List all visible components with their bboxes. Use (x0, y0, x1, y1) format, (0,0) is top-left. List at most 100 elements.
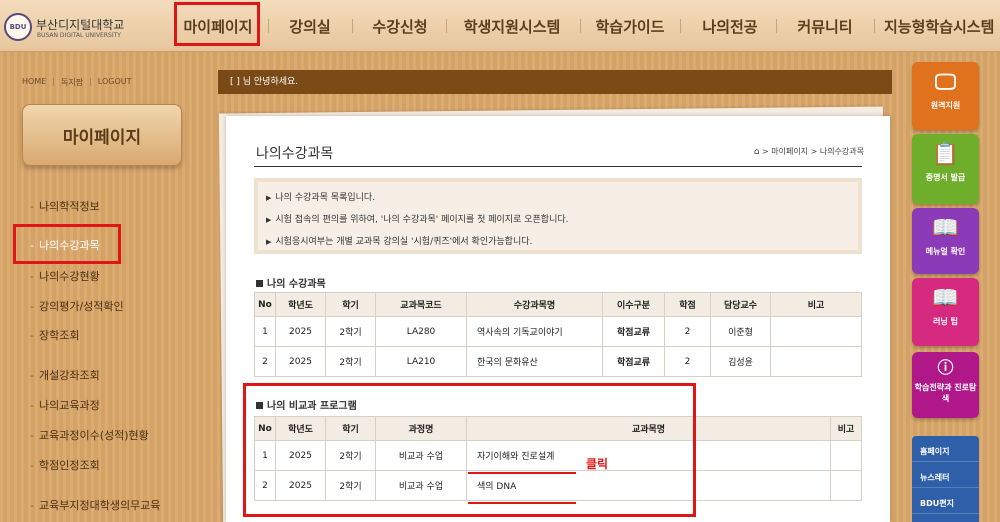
sidebar-item-label: 개설강좌조회 (38, 369, 100, 382)
column-header: 비고 (830, 416, 862, 441)
quick-links-panel: 홈페이지 뉴스레터 BDU편지 (912, 436, 979, 522)
learning-tips-button[interactable]: 📖 러닝 팁 (912, 278, 979, 346)
sidebar-item-academic-info[interactable]: - 나의학적정보 (30, 198, 100, 214)
column-header: 이수구분 (602, 292, 665, 317)
cell-category: 학점교류 (602, 346, 665, 377)
cell-credits: 2 (664, 346, 711, 377)
cell-course-code: LA280 (375, 316, 467, 347)
nav-divider (580, 19, 581, 33)
homepage-link[interactable]: 홈페이지 (912, 436, 979, 462)
remote-support-button[interactable]: 🖵 원격지원 (912, 62, 979, 130)
bullet-dash: - (30, 429, 34, 442)
nav-learning-guide[interactable]: 학습가이드 (590, 14, 670, 38)
cell-course-name[interactable]: 역사속의 기독교이야기 (466, 316, 603, 347)
courses-section-title: 나의 수강과목 (256, 275, 326, 290)
triangle-bullet-icon: ▶ (266, 238, 272, 246)
nav-my-major[interactable]: 나의전공 (694, 14, 766, 38)
quick-label: 러닝 팁 (933, 317, 958, 326)
sidebar-item-course-status[interactable]: - 나의수강현황 (30, 268, 100, 284)
newsletter-link[interactable]: 뉴스레터 (912, 462, 979, 488)
sidebar-item-mandatory-education[interactable]: - 교육부지정대학생의무교육 (30, 497, 160, 513)
page-title: 나의수강과목 (256, 146, 334, 162)
program-2-underline (468, 502, 576, 504)
home-link[interactable]: HOME (22, 77, 46, 88)
sidebar-item-label: 학점인정조회 (38, 459, 100, 472)
logout-link[interactable]: LOGOUT (98, 77, 132, 88)
sidebar-item-highlight (13, 224, 121, 264)
util-divider: | (89, 77, 92, 86)
triangle-bullet-icon: ▶ (266, 194, 272, 202)
sidebar-item-scholarship[interactable]: - 장학조회 (30, 327, 79, 343)
quick-label: 원격지원 (930, 101, 961, 110)
logo-seal-icon: BDU (4, 13, 32, 41)
bullet-dash: - (30, 399, 34, 412)
sidebar-item-label: 나의수강현황 (38, 270, 100, 283)
cell-semester: 2학기 (325, 346, 376, 377)
breadcrumb: ⌂ > 마이페이지 > 나의수강과목 (754, 146, 864, 157)
bullet-dash: - (30, 499, 34, 512)
utility-links: HOME | 독지팜 | LOGOUT (22, 77, 182, 88)
breadcrumb-path: > 마이페이지 > 나의수강과목 (762, 147, 864, 156)
certificate-icon: 📋 (931, 142, 960, 167)
sidebar-item-credit-recognition[interactable]: - 학점인정조회 (30, 457, 100, 473)
university-logo[interactable]: BDU 부산디지털대학교 BUSAN DIGITAL UNIVERSITY (4, 9, 164, 45)
bdu-letter-link[interactable]: BDU편지 (912, 488, 979, 514)
nav-divider (776, 19, 777, 33)
sidebar-item-label: 교육과정이수(성적)현황 (38, 429, 149, 442)
programs-highlight (243, 383, 696, 517)
table-row: 2 2025 2학기 LA210 한국의 문화유산 학점교류 2 김성윤 (254, 346, 862, 377)
career-strategy-button[interactable]: ⓘ 학습전략과 진로탐색 (912, 352, 979, 418)
sidebar-title-button[interactable]: 마이페이지 (22, 104, 182, 166)
greeting-bar: [ ] 님 안녕하세요. (218, 70, 892, 94)
quick-label: 학습전략과 진로탐색 (914, 383, 977, 403)
certificate-button[interactable]: 📋 증명서 발급 (912, 134, 979, 204)
manual-button[interactable]: 📖 메뉴얼 확인 (912, 208, 979, 274)
cell-category: 학점교류 (602, 316, 665, 347)
sidebar-item-completion-status[interactable]: - 교육과정이수(성적)현황 (30, 427, 149, 443)
notice-line: ▶ 시험응시여부는 개별 교과목 강의실 '시험/퀴즈'에서 확인가능합니다. (266, 234, 858, 256)
sidebar-item-open-courses[interactable]: - 개설강좌조회 (30, 367, 100, 383)
sidebar-item-label: 나의학적정보 (38, 200, 100, 213)
monitor-icon: 🖵 (934, 70, 957, 95)
sidebar-item-evaluation-grades[interactable]: - 강의평가/성적확인 (30, 298, 124, 314)
column-header: No (254, 292, 276, 317)
square-bullet-icon (256, 280, 263, 287)
bullet-dash: - (30, 369, 34, 382)
cell-course-code: LA210 (375, 346, 467, 377)
cell-note (830, 470, 862, 501)
nav-divider (874, 19, 875, 33)
column-header: 학점 (664, 292, 711, 317)
nav-divider (268, 19, 269, 33)
cell-course-name[interactable]: 한국의 문화유산 (466, 346, 603, 377)
nav-divider (680, 19, 681, 33)
cell-note (830, 440, 862, 471)
click-annotation: 클릭 (586, 457, 609, 471)
sidebar-item-curriculum[interactable]: - 나의교육과정 (30, 397, 100, 413)
table-header-row: No 학년도 학기 교과목코드 수강과목명 이수구분 학점 담당교수 비고 (254, 292, 862, 317)
notice-box: ▶ 나의 수강과목 목록입니다. ▶ 시험 접속의 편의를 위하여, '나의 수강과… (254, 178, 862, 254)
notice-text: 시험응시여부는 개별 교과목 강의실 '시험/퀴즈'에서 확인가능합니다. (275, 237, 533, 247)
column-header: 학년도 (275, 292, 326, 317)
nav-community[interactable]: 커뮤니티 (788, 14, 862, 38)
sidebar-item-label: 강의평가/성적확인 (38, 300, 124, 313)
nav-student-support[interactable]: 학생지원시스템 (456, 14, 568, 38)
bullet-dash: - (30, 459, 34, 472)
section-title-text: 나의 수강과목 (267, 279, 326, 290)
logo-name-ko: 부산디지털대학교 (36, 18, 125, 32)
home-icon[interactable]: ⌂ (754, 147, 760, 157)
bullet-dash: - (30, 270, 34, 283)
nav-registration[interactable]: 수강신청 (364, 14, 436, 38)
nav-divider (352, 19, 353, 33)
sidebar-item-label: 나의교육과정 (38, 399, 100, 412)
notice-text: 시험 접속의 편의를 위하여, '나의 수강과목' 페이지를 첫 페이지로 오픈… (275, 215, 569, 225)
util-divider: | (52, 77, 55, 86)
cell-note (770, 346, 862, 377)
nav-divider (446, 19, 447, 33)
quick-label: 메뉴얼 확인 (925, 247, 966, 256)
nav-intelligent-learning[interactable]: 지능형학습시스템 (884, 14, 1000, 38)
open-book-icon: 📖 (931, 286, 960, 311)
util-link-2[interactable]: 독지팜 (61, 77, 83, 88)
nav-classroom[interactable]: 강의실 (280, 14, 340, 38)
quick-label: 증명서 발급 (925, 173, 966, 182)
cell-year: 2025 (275, 316, 326, 347)
